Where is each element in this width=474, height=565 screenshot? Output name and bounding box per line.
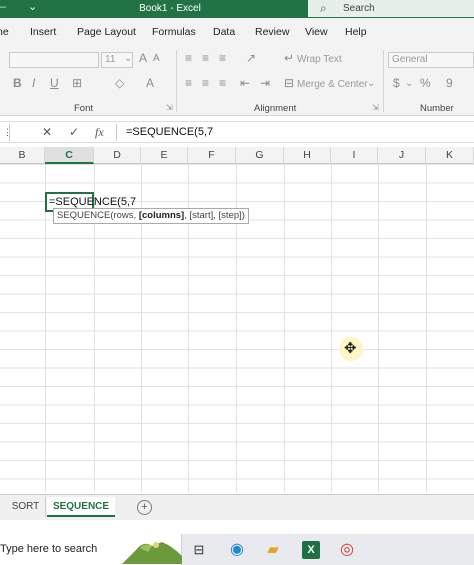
font-name-select[interactable] [9, 52, 99, 68]
search-icon: ⌕ [320, 1, 327, 15]
alignment-dialog-launcher-icon[interactable]: ⇲ [372, 103, 379, 112]
wrap-text-button[interactable]: Wrap Text [297, 54, 342, 65]
column-header-h[interactable]: H [284, 147, 331, 164]
wrap-text-icon[interactable]: ↵ [284, 51, 294, 65]
ribbon-home: 11 ⌄ A A B I U ⊞ ◇ A Font ⇲ ≡ ≡ ≡ ↗ ↵ Wr… [0, 46, 474, 116]
align-right-icon[interactable]: ≡ [219, 76, 226, 90]
grid-line [378, 164, 379, 492]
merge-center-icon[interactable]: ⊟ [284, 76, 294, 90]
more-options-icon[interactable]: ⋮ [3, 127, 12, 138]
add-sheet-button[interactable]: + [137, 500, 152, 515]
bold-button[interactable]: B [13, 76, 22, 90]
insert-function-button[interactable]: fx [95, 125, 104, 140]
font-size-select[interactable]: 11 ⌄ [101, 52, 133, 68]
cell-cursor-icon: ✥ [344, 340, 357, 357]
currency-button[interactable]: $ [393, 76, 400, 90]
tab-review[interactable]: Review [255, 26, 289, 38]
column-header-k[interactable]: K [426, 147, 474, 164]
column-header-e[interactable]: E [141, 147, 188, 164]
file-explorer-icon[interactable]: ▰ [264, 541, 282, 559]
search-placeholder: Search [343, 3, 375, 14]
font-size-value: 11 [105, 54, 116, 65]
formula-divider [116, 124, 117, 141]
increase-font-icon[interactable]: A [139, 51, 147, 65]
formula-input[interactable]: =SEQUENCE(5,7 [126, 126, 213, 138]
align-left-icon[interactable]: ≡ [185, 76, 192, 90]
search-box[interactable]: ⌕ Search [308, 0, 474, 17]
group-divider [176, 50, 177, 112]
tab-formulas[interactable]: Formulas [152, 26, 196, 38]
middle-align-icon[interactable]: ≡ [202, 51, 209, 65]
font-dialog-launcher-icon[interactable]: ⇲ [166, 103, 173, 112]
orientation-icon[interactable]: ↗ [246, 51, 256, 65]
tooltip-current-arg: [columns] [138, 210, 185, 221]
grid-line [45, 164, 46, 492]
tab-view[interactable]: View [305, 26, 328, 38]
formula-bar: ⋮ ✕ ✓ fx =SEQUENCE(5,7 [0, 121, 474, 143]
top-align-icon[interactable]: ≡ [185, 51, 192, 65]
column-headers: B C D E F G H I J K [0, 147, 474, 164]
ribbon-tabs: ne Insert Page Layout Formulas Data Revi… [0, 18, 474, 46]
merge-dropdown-icon[interactable]: ⌄ [367, 78, 375, 89]
fill-color-icon[interactable]: ◇ [115, 76, 124, 90]
increase-indent-icon[interactable]: ⇥ [260, 76, 270, 90]
taskbar-search-text: Type here to search [0, 543, 98, 555]
active-cell-text: =SEQUENCE(5,7 [49, 196, 137, 208]
function-argument-tooltip: SEQUENCE(rows, [columns], [start], [step… [53, 208, 249, 224]
chrome-icon[interactable]: ◎ [338, 541, 356, 559]
number-format-value: General [392, 54, 428, 65]
tab-help[interactable]: Help [345, 26, 367, 38]
column-header-d[interactable]: D [94, 147, 141, 164]
align-center-icon[interactable]: ≡ [202, 76, 209, 90]
window-title: Book1 - Excel [139, 3, 201, 14]
merge-center-button[interactable]: Merge & Center [297, 79, 368, 90]
tab-page-layout[interactable]: Page Layout [77, 26, 136, 38]
cancel-button[interactable]: ✕ [42, 125, 52, 139]
number-format-select[interactable]: General [388, 52, 474, 68]
grid-line [331, 164, 332, 492]
title-bar: ‒ ⌄ Book1 - Excel ⌕ Search [0, 0, 474, 18]
excel-window: ‒ ⌄ Book1 - Excel ⌕ Search ne Insert Pag… [0, 0, 474, 565]
currency-dropdown-icon[interactable]: ⌄ [405, 78, 413, 89]
comma-button[interactable]: 9 [446, 76, 453, 90]
tab-data[interactable]: Data [213, 26, 235, 38]
tab-home[interactable]: ne [0, 26, 9, 38]
grid-line [426, 164, 427, 492]
grid-line [284, 164, 285, 492]
excel-taskbar-icon[interactable]: X [302, 541, 320, 559]
font-color-icon[interactable]: A [146, 76, 154, 90]
column-header-b[interactable]: B [0, 147, 45, 164]
bottom-align-icon[interactable]: ≡ [219, 51, 226, 65]
underline-button[interactable]: U [50, 76, 59, 90]
percent-button[interactable]: % [420, 76, 431, 90]
column-header-j[interactable]: J [378, 147, 426, 164]
decrease-font-icon[interactable]: A [153, 53, 160, 64]
task-view-icon[interactable]: ⊟ [190, 541, 208, 559]
group-label-number: Number [420, 103, 454, 114]
enter-button[interactable]: ✓ [69, 125, 79, 139]
sheet-tab-sort[interactable]: SORT [6, 497, 46, 517]
chevron-down-icon: ⌄ [124, 53, 133, 64]
tooltip-function: SEQUENCE(rows, [57, 210, 139, 221]
italic-button[interactable]: I [32, 76, 35, 90]
tooltip-rest: , [start], [step]) [184, 210, 245, 221]
edge-icon[interactable]: ◉ [228, 541, 246, 559]
decrease-indent-icon[interactable]: ⇤ [240, 76, 250, 90]
column-header-c[interactable]: C [45, 147, 94, 164]
tab-insert[interactable]: Insert [30, 26, 56, 38]
column-header-i[interactable]: I [331, 147, 378, 164]
mouse-cursor-highlight: ✥ [339, 337, 363, 361]
column-header-g[interactable]: G [236, 147, 284, 164]
group-label-alignment: Alignment [254, 103, 297, 114]
borders-icon[interactable]: ⊞ [72, 76, 82, 90]
group-label-font: Font [74, 103, 94, 114]
sheet-tab-sequence[interactable]: SEQUENCE [47, 497, 115, 517]
group-divider [383, 50, 384, 112]
sheet-tabs-bar: SORT SEQUENCE + [0, 494, 474, 520]
search-highlight-image [122, 542, 182, 564]
column-header-f[interactable]: F [188, 147, 236, 164]
